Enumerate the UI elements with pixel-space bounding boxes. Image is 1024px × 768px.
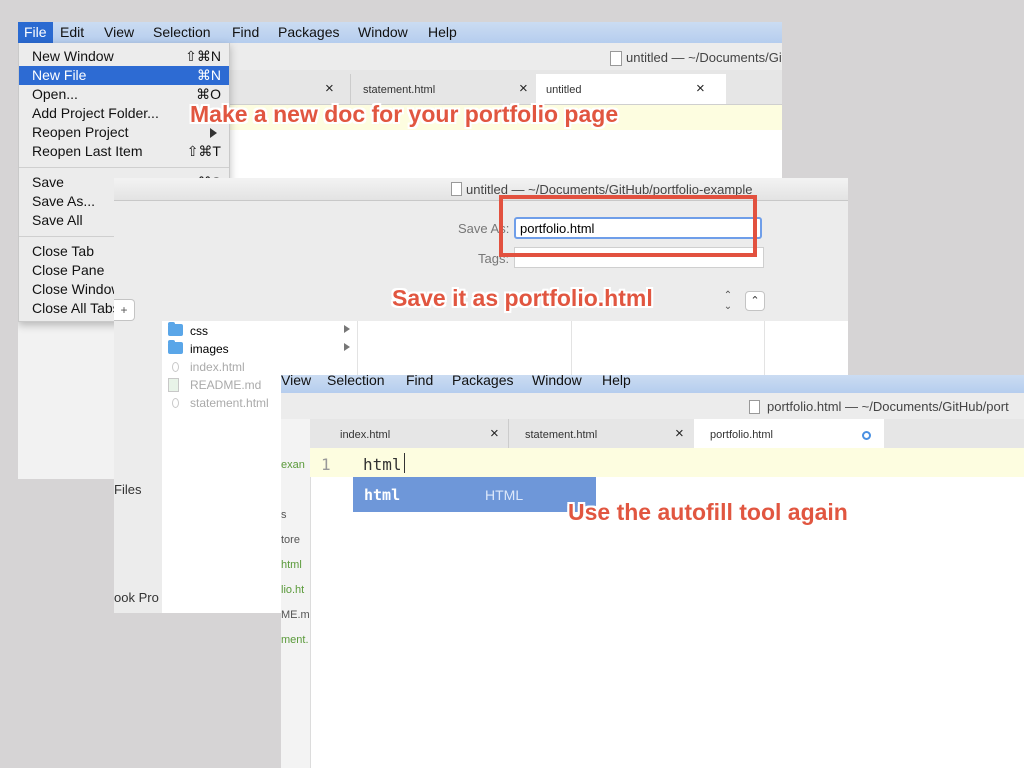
menu-selection[interactable]: Selection (327, 375, 385, 388)
file-name: css (190, 324, 208, 338)
close-icon[interactable]: × (696, 80, 705, 97)
menu-packages[interactable]: Packages (452, 375, 513, 388)
suggestion-word: html (364, 486, 401, 504)
tree-item[interactable]: exan (281, 459, 305, 471)
menu-window[interactable]: Window (532, 375, 582, 388)
menu-packages[interactable]: Packages (278, 24, 339, 40)
editor-window-3: View Selection Find Packages Window Help… (281, 375, 1024, 768)
chevron-right-icon (344, 343, 350, 351)
document-icon (749, 400, 760, 414)
tree-item[interactable]: html (281, 559, 302, 571)
tab-untitled[interactable]: untitled × (536, 74, 726, 104)
menu-edit[interactable]: Edit (60, 24, 84, 40)
line-number: 1 (321, 455, 331, 474)
tree-item[interactable]: tore (281, 534, 300, 546)
document-icon (451, 182, 462, 196)
current-line-highlight (310, 448, 1024, 477)
tab-bar: × statement.html × untitled × (228, 70, 782, 105)
new-folder-button[interactable]: + (114, 299, 135, 321)
tree-item[interactable]: ME.m (281, 609, 310, 621)
tab-statement[interactable]: statement.html × (350, 74, 535, 104)
window-title: untitled — ~/Documents/GitH (626, 50, 782, 65)
tree-item[interactable]: s (281, 509, 287, 521)
folder-icon (168, 322, 183, 336)
file-icon (172, 362, 179, 372)
tab-label: index.html (340, 429, 391, 441)
menu-view[interactable]: View (281, 375, 311, 388)
highlight-box (499, 195, 757, 257)
close-icon[interactable]: × (325, 80, 334, 97)
modified-dot-icon (862, 431, 871, 440)
close-icon[interactable]: × (490, 425, 499, 442)
location-dropdown-icon[interactable]: ⌃ ⌄ (721, 290, 735, 312)
collapse-dialog-button[interactable]: ⌃ (745, 291, 765, 311)
folder-icon (168, 340, 183, 354)
caption-save-as: Save it as portfolio.html (392, 285, 653, 311)
close-icon[interactable]: × (675, 425, 684, 442)
document-icon (610, 51, 622, 66)
menu-bar: View Selection Find Packages Window Help (281, 375, 1024, 393)
file-row-images[interactable]: images (168, 340, 352, 358)
tab-statement[interactable]: statement.html × (508, 419, 693, 448)
menu-item-new-file[interactable]: New File ⌘N (19, 66, 229, 85)
suggestion-type: HTML (485, 487, 524, 503)
file-name: statement.html (190, 396, 269, 410)
submenu-arrow-icon (210, 128, 217, 138)
file-icon (172, 398, 179, 408)
tree-item[interactable]: lio.ht (281, 584, 304, 596)
menu-view[interactable]: View (104, 24, 134, 40)
caption-new-doc: Make a new doc for your portfolio page (190, 101, 619, 127)
tab-label: portfolio.html (710, 429, 773, 441)
menu-window[interactable]: Window (358, 24, 408, 40)
tab-bar: index.html × statement.html × portfolio.… (310, 419, 1024, 449)
tab-index[interactable]: index.html × (310, 419, 506, 448)
tab-portfolio[interactable]: portfolio.html (694, 419, 884, 448)
tab-label: statement.html (363, 84, 436, 96)
close-icon[interactable]: × (519, 80, 528, 97)
caption-autofill: Use the autofill tool again (568, 499, 848, 525)
autocomplete-suggestion[interactable]: html HTML (353, 477, 596, 512)
tab-label: statement.html (525, 429, 598, 441)
file-name: README.md (190, 378, 262, 392)
menu-find[interactable]: Find (406, 375, 433, 388)
window-title-bar: portfolio.html — ~/Documents/GitHub/port (281, 393, 1024, 420)
file-name: index.html (190, 360, 245, 374)
menu-bar: File Edit View Selection Find Packages W… (18, 22, 782, 43)
menu-help[interactable]: Help (602, 375, 631, 388)
menu-selection[interactable]: Selection (153, 24, 211, 40)
chevron-right-icon (344, 325, 350, 333)
file-row-index[interactable]: index.html (168, 358, 352, 376)
menu-find[interactable]: Find (232, 24, 259, 40)
file-icon (168, 378, 179, 392)
code-line[interactable]: html (363, 455, 402, 474)
menu-help[interactable]: Help (428, 24, 457, 40)
sidebar-item-macbook[interactable]: ook Pro (114, 590, 159, 605)
window-title-bar: untitled — ~/Documents/GitH (228, 43, 782, 71)
text-cursor (404, 453, 405, 473)
window-title: portfolio.html — ~/Documents/GitHub/port (767, 399, 1009, 414)
tab-hidden[interactable]: × (228, 74, 348, 104)
menu-item-reopen-last-item[interactable]: Reopen Last Item ⇧⌘T (19, 142, 229, 161)
tab-label: untitled (546, 84, 582, 96)
menu-item-new-window[interactable]: New Window ⇧⌘N (19, 47, 229, 66)
tree-view: exan s tore html lio.ht ME.m ment. (281, 419, 311, 768)
file-name: images (190, 342, 229, 356)
file-row-css[interactable]: css (168, 322, 352, 340)
sidebar-item-files[interactable]: Files (114, 482, 141, 497)
menu-file[interactable]: File (18, 22, 53, 43)
finder-sidebar (114, 321, 162, 613)
menu-separator (19, 167, 229, 168)
tree-item[interactable]: ment. (281, 634, 309, 646)
